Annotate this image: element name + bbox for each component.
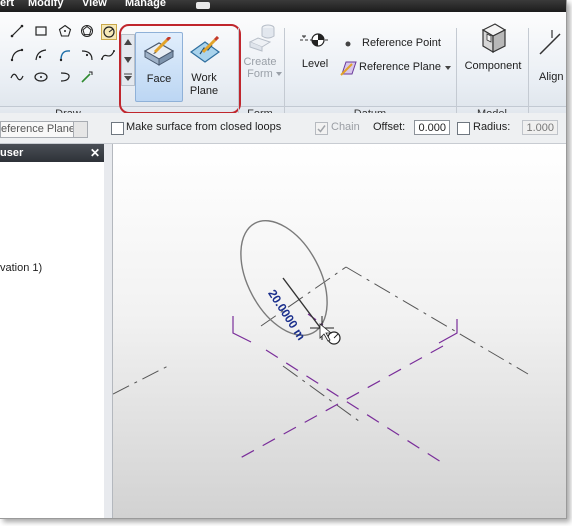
view-canvas: [113, 220, 529, 463]
create-form-label-line2: Form: [247, 68, 273, 80]
offset-label: Offset:: [373, 121, 406, 133]
rectangle-tool-icon[interactable]: [34, 24, 48, 38]
create-form-icon: [248, 24, 275, 52]
panel-toggle-button[interactable]: [196, 2, 210, 9]
project-browser-header: user ✕: [0, 144, 104, 162]
dropdown-arrow-icon: [276, 72, 282, 76]
menu-insert[interactable]: ert: [0, 0, 14, 9]
browser-tree-item[interactable]: vation 1): [0, 262, 42, 274]
make-surface-label: Make surface from closed loops: [126, 121, 282, 133]
menu-manage[interactable]: Manage: [125, 0, 166, 9]
plane-selector-dropdown[interactable]: eference Plane :: [0, 121, 88, 138]
cursor-circle-icon: [327, 331, 341, 345]
reference-plane-dropdown-icon[interactable]: [445, 66, 451, 70]
chain-label: Chain: [331, 121, 360, 133]
component-icon: [481, 23, 507, 54]
level-lines: [113, 266, 529, 425]
drawing-area[interactable]: 20.0000 m: [113, 144, 566, 518]
menu-modify[interactable]: Modify: [28, 0, 63, 9]
line-tool-icon[interactable]: [10, 24, 24, 38]
align-icon: [539, 30, 561, 55]
ribbon: Face Work Plane Create Form Level Refere…: [0, 12, 566, 125]
menu-bar: ert Modify View Manage: [0, 0, 566, 12]
options-bar: eference Plane : Make surface from close…: [0, 113, 566, 144]
plane-selector-value: eference Plane :: [1, 123, 82, 135]
project-browser-title: user: [0, 147, 24, 159]
pick-lines-tool-icon[interactable]: [80, 70, 94, 84]
browser-scrollbar[interactable]: [104, 144, 113, 518]
chain-checkbox[interactable]: [315, 122, 328, 135]
make-surface-checkbox[interactable]: [111, 122, 124, 135]
menu-view[interactable]: View: [82, 0, 107, 9]
offset-field[interactable]: 0.000: [414, 120, 450, 135]
reference-point-icon: [345, 41, 351, 47]
component-label: Component: [464, 60, 522, 72]
dropdown-arrow-icon[interactable]: [73, 122, 87, 137]
checkmark-icon: [317, 125, 326, 133]
project-browser: user ✕ vation 1): [0, 144, 105, 518]
tangent-arc-tool-icon[interactable]: [58, 48, 72, 62]
arc-start-end-tool-icon[interactable]: [10, 48, 24, 62]
reference-plane-button[interactable]: Reference Plane: [359, 61, 441, 73]
inscribed-polygon-tool-icon[interactable]: [58, 24, 72, 38]
reference-plane-icon: [340, 61, 357, 76]
align-button[interactable]: Align: [536, 20, 566, 90]
app-window: ert Modify View Manage Face Work Plane C…: [0, 0, 567, 519]
fillet-arc-tool-icon[interactable]: [80, 48, 94, 62]
level-icon: [300, 33, 330, 47]
component-button[interactable]: Component: [460, 20, 526, 90]
ellipse-arc-tool-icon[interactable]: [58, 70, 72, 84]
create-form-label-line1: Create: [243, 56, 277, 68]
partial-ellipse-tool-icon[interactable]: [10, 70, 24, 84]
arc-center-tool-icon[interactable]: [34, 48, 48, 62]
spline-tool-icon[interactable]: [101, 48, 115, 62]
panel-separator: [528, 28, 529, 122]
radius-field[interactable]: 1.000: [522, 120, 558, 135]
align-label: Align: [539, 71, 564, 83]
circumscribed-polygon-tool-icon[interactable]: [80, 24, 94, 38]
circle-tool-icon[interactable]: [101, 24, 117, 40]
reference-planes: [232, 313, 458, 463]
radius-checkbox[interactable]: [457, 122, 470, 135]
reference-point-button[interactable]: Reference Point: [362, 37, 441, 49]
level-label: Level: [301, 58, 329, 70]
ellipse-tool-icon[interactable]: [34, 70, 48, 84]
create-form-button[interactable]: Create Form: [242, 20, 286, 90]
highlight-callout: [119, 24, 241, 114]
level-button[interactable]: Level: [298, 24, 332, 84]
radius-label: Radius:: [473, 121, 511, 133]
close-icon[interactable]: ✕: [90, 144, 100, 162]
